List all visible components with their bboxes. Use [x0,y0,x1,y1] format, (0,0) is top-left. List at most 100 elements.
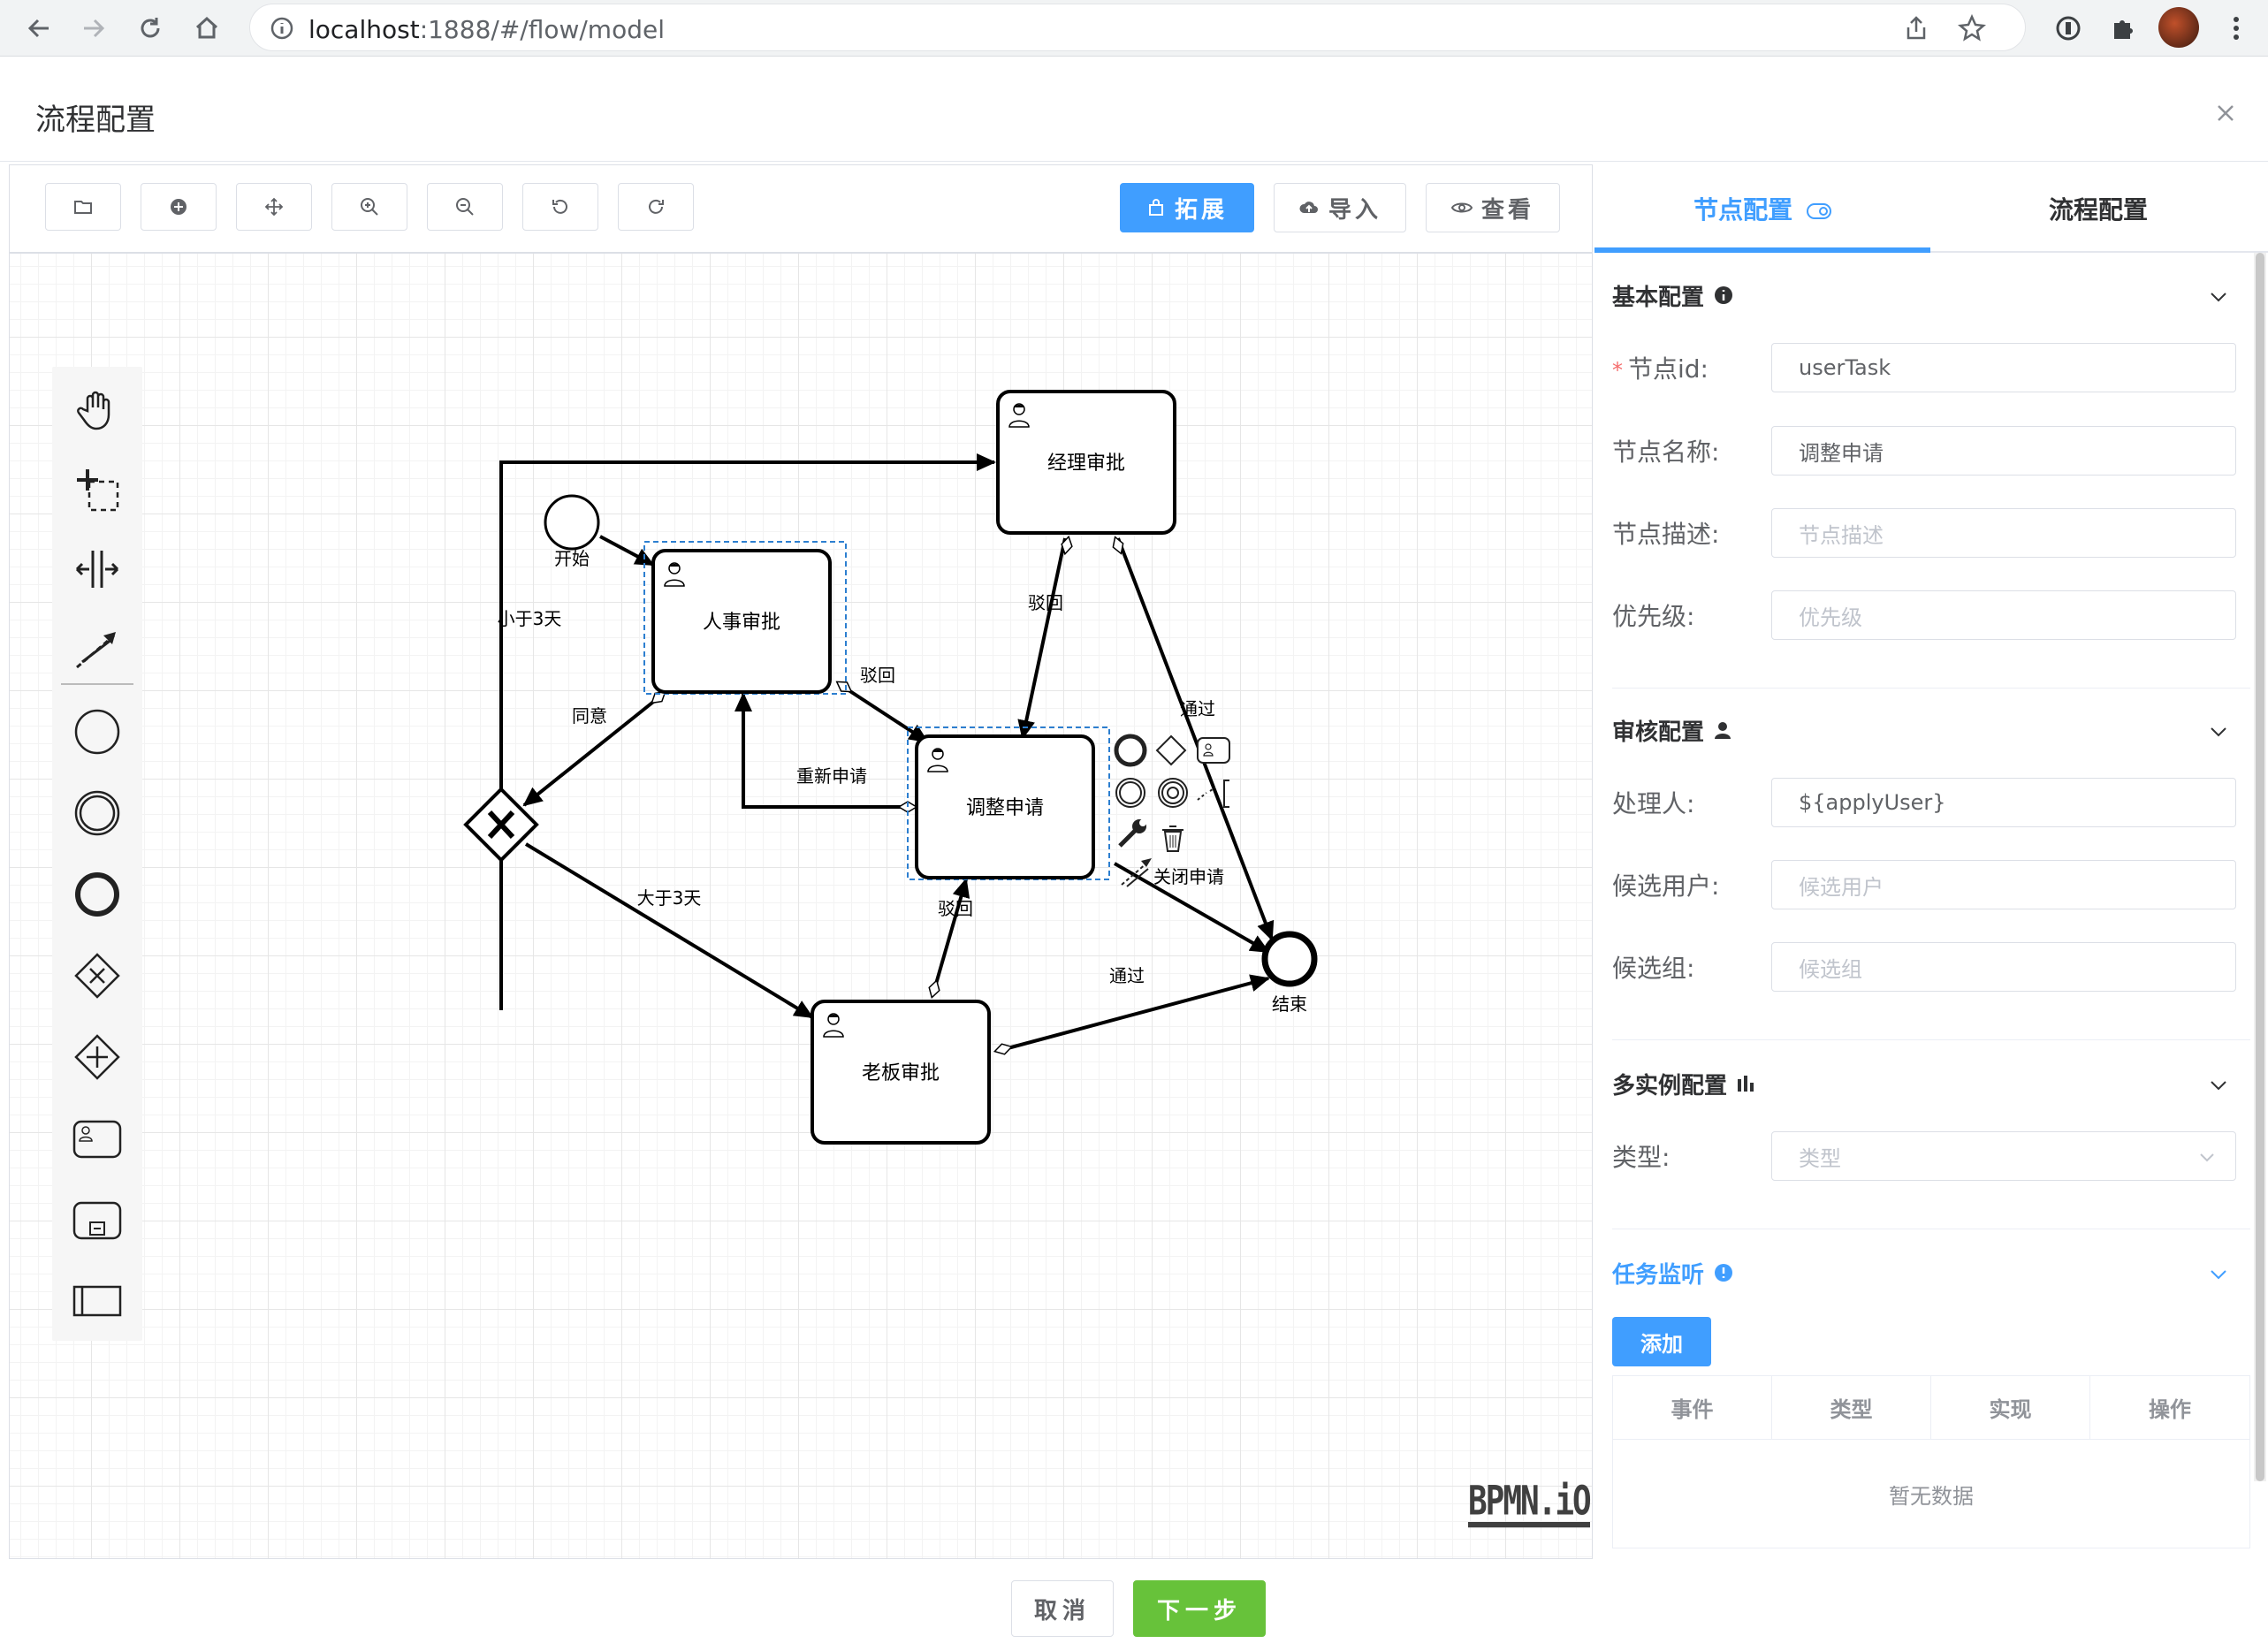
info-icon[interactable] [270,16,294,44]
move-icon [264,197,284,217]
label-hr-reject: 驳回 [860,665,895,686]
label-reapply: 重新申请 [796,765,867,787]
zoom-out-button[interactable] [427,183,503,231]
upload-cloud-icon [1299,202,1318,213]
reload-icon[interactable] [131,9,170,48]
start-event[interactable] [544,494,600,551]
create-new-button[interactable] [141,183,217,231]
fit-view-button[interactable] [236,183,312,231]
chevron-down-icon[interactable] [2206,1262,2231,1287]
node-desc-input[interactable]: 节点描述 [1771,508,2236,558]
chevron-down-icon[interactable] [2206,1073,2231,1098]
start-event-label: 开始 [554,548,590,569]
extension-pass-icon[interactable] [2049,9,2088,48]
flow-reapply[interactable] [734,692,915,809]
wrench-icon[interactable] [1118,819,1146,848]
url-text: localhost:1888/#/flow/model [308,15,665,44]
bpmn-io-logo[interactable]: BPMN.iO [1468,1481,1592,1528]
home-icon[interactable] [187,9,226,48]
type-select-placeholder: 类型 [1799,1145,1841,1171]
append-end-event-icon[interactable] [1114,734,1147,767]
multi-instance-header[interactable]: 多实例配置 [1612,1062,2231,1105]
end-event[interactable] [1261,931,1318,987]
panel-scrollbar[interactable] [2254,253,2266,1481]
bpmn-designer: 拓展 导入 查看 开始 人事审批 经理审批 调整申请 老板审批 结束 小于3天 … [9,164,1593,1559]
undo-button[interactable] [522,183,598,231]
candidate-users-input[interactable]: 候选用户 [1771,860,2236,909]
flow-boss-reject[interactable] [931,878,970,997]
bar-chart-icon [1738,1076,1754,1092]
info-circle-icon [1715,1264,1733,1282]
plus-circle-icon [171,199,186,215]
node-desc-label: 节点描述: [1612,520,1720,549]
extend-label: 拓展 [1174,196,1228,224]
close-icon[interactable] [2206,94,2245,133]
label-boss-reject: 驳回 [938,898,973,919]
chevron-down-icon[interactable] [2206,719,2231,744]
section-divider [1612,688,2250,689]
node-id-label: * 节点id: [1612,354,1709,384]
boss-approval-label: 老板审批 [862,1062,940,1084]
task-listener-header[interactable]: 任务监听 [1612,1252,2231,1294]
eye-icon [1450,202,1473,213]
address-bar[interactable]: localhost:1888/#/flow/model [249,4,2026,51]
review-config-header[interactable]: 审核配置 [1612,709,2231,751]
properties-panel: 节点配置 流程配置 基本配置 * 节点id: userTask 节点名称: 调整申… [1594,164,2268,1559]
label-close-request: 关闭申请 [1153,866,1224,887]
assignee-input[interactable]: ${applyUser} [1771,778,2236,827]
share-icon[interactable] [1903,15,1929,45]
zoom-in-button[interactable] [331,183,407,231]
priority-input[interactable]: 优先级 [1771,590,2236,640]
bookmark-star-icon[interactable] [1958,13,1986,46]
flow-hr-reject[interactable] [839,683,929,743]
select-chevron-icon [2200,1153,2214,1162]
hr-approval-label: 人事审批 [703,612,780,634]
append-task-icon[interactable] [1197,737,1230,764]
view-button[interactable]: 查看 [1426,183,1560,232]
table-header-type: 类型 [1772,1376,1931,1440]
scrollbar-thumb[interactable] [2256,253,2264,1481]
add-listener-button[interactable]: 添加 [1612,1317,1711,1366]
diagram-canvas[interactable]: 开始 人事审批 经理审批 调整申请 老板审批 结束 小于3天 同意 驳回 重新申… [10,254,1592,1558]
table-header-impl: 实现 [1931,1376,2090,1440]
assignee-label: 处理人: [1612,789,1695,818]
node-name-input[interactable]: 调整申请 [1771,426,2236,476]
more-menu-icon[interactable] [2217,9,2256,48]
flow-boss-pass[interactable] [997,974,1270,1053]
zoom-in-icon [361,198,378,216]
chevron-down-icon[interactable] [2206,285,2231,309]
cancel-button[interactable]: 取消 [1011,1580,1114,1637]
priority-label: 优先级: [1612,602,1695,631]
node-name-label: 节点名称: [1612,437,1720,467]
trash-icon[interactable] [1162,826,1183,852]
label-less-than-3-days: 小于3天 [498,608,562,629]
table-empty-text: 暂无数据 [1889,1483,1974,1509]
redo-button[interactable] [618,183,694,231]
tab-node-config[interactable]: 节点配置 [1594,191,1930,226]
open-file-button[interactable] [45,183,121,231]
redo-icon [649,199,664,214]
bpmn-diagram: 开始 人事审批 经理审批 调整申请 老板审批 结束 小于3天 同意 驳回 重新申… [463,390,1318,1145]
active-tab-indicator [1594,247,1930,253]
import-label: 导入 [1328,196,1381,224]
type-select[interactable]: 类型 [1771,1131,2236,1181]
task-listener-title: 任务监听 [1612,1261,1705,1289]
import-button[interactable]: 导入 [1274,183,1406,232]
append-gateway-icon[interactable] [1155,734,1187,766]
back-icon[interactable] [19,9,58,48]
table-header-action: 操作 [2090,1376,2249,1440]
tab-process-config[interactable]: 流程配置 [1930,191,2266,226]
dialog-title: 流程配置 [35,103,156,138]
basic-config-header[interactable]: 基本配置 [1612,274,2231,316]
extend-button[interactable]: 拓展 [1120,183,1254,232]
flow-manager-reject[interactable] [1017,537,1067,740]
label-agree: 同意 [572,705,607,727]
node-id-input[interactable]: userTask [1771,343,2236,392]
browser-toolbar: localhost:1888/#/flow/model [0,0,2268,57]
forward-icon[interactable] [74,9,113,48]
next-step-button[interactable]: 下一步 [1133,1580,1266,1637]
profile-avatar[interactable] [2158,7,2199,48]
flow-more-than-3-days[interactable] [524,842,814,1019]
extensions-puzzle-icon[interactable] [2104,9,2142,48]
candidate-groups-input[interactable]: 候选组 [1771,942,2236,992]
